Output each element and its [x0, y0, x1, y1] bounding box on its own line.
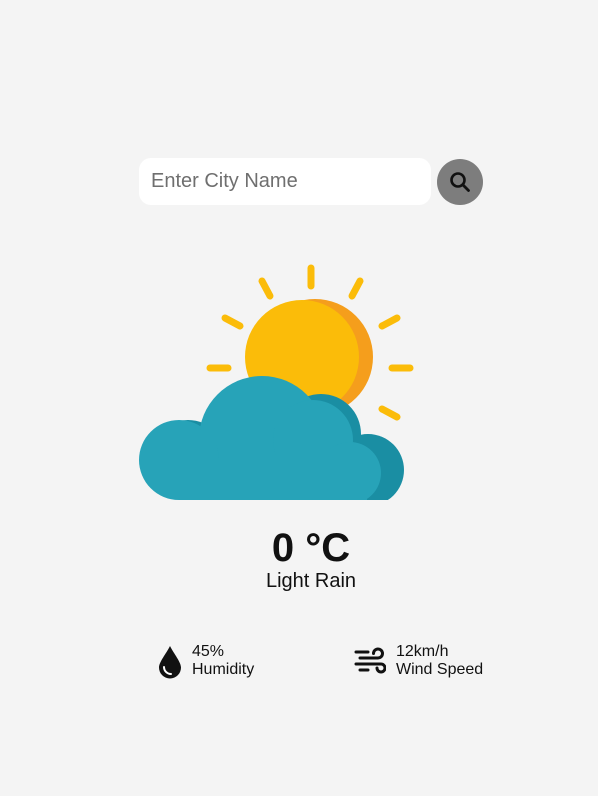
wind-label: Wind Speed — [396, 661, 484, 678]
cloud — [139, 376, 419, 504]
humidity-value: 45% — [192, 643, 225, 660]
search-icon — [450, 172, 470, 192]
weather-condition: Light Rain — [265, 570, 357, 592]
city-search-input[interactable] — [139, 158, 431, 205]
sun-behind-cloud-icon — [139, 264, 419, 504]
wind-value: 12km/h — [396, 643, 449, 660]
weather-app: 0 °C Light Rain 45% Humidity 12km/h Wind… — [0, 0, 598, 796]
humidity-label: Humidity — [192, 661, 255, 678]
temperature: 0 °C — [271, 526, 351, 570]
search-bar — [139, 158, 484, 205]
water-drop-icon — [159, 646, 181, 679]
search-button[interactable] — [437, 159, 483, 205]
wind-icon — [354, 647, 386, 674]
